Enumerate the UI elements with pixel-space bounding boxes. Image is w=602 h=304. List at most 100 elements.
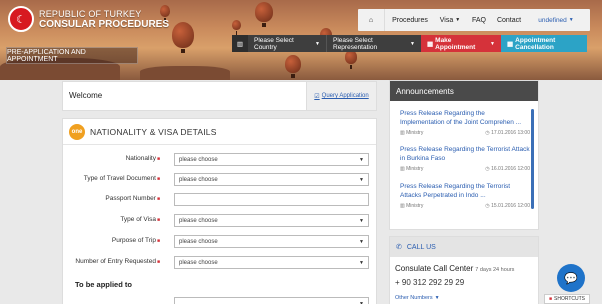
- announcement-date: 16.01.2016 12:00: [491, 166, 530, 172]
- caret-down-icon: ▼: [315, 40, 320, 47]
- announcement-source: Ministry: [406, 203, 424, 209]
- announcement-item[interactable]: Press Release Regarding the Terrorist At…: [400, 145, 530, 172]
- nav-procedures[interactable]: Procedures: [385, 9, 435, 31]
- country-select[interactable]: Please Select Country ▼: [248, 35, 326, 52]
- required-icon: ■: [156, 156, 160, 162]
- shortcut-icon: ■: [548, 296, 552, 302]
- other-numbers-link[interactable]: Other Numbers ▼: [395, 295, 440, 301]
- home-button[interactable]: ⌂: [358, 9, 385, 31]
- caret-down-icon: ▼: [359, 157, 364, 163]
- caret-down-icon: ▼: [434, 295, 440, 301]
- calendar-icon: ▦: [427, 40, 434, 48]
- required-icon: ■: [156, 176, 160, 182]
- clock-icon: ◷: [485, 203, 490, 209]
- form-row-next: ▼: [63, 297, 378, 304]
- building-icon: ▥: [400, 166, 405, 172]
- appointment-cancellation-label: Appointment Cancellation: [515, 36, 556, 51]
- announcement-source: Ministry: [406, 166, 424, 172]
- institution-icon: ▥: [232, 35, 248, 52]
- shortcuts-button[interactable]: ■ SHORTCUTS: [544, 294, 590, 304]
- balloon-image: [255, 2, 273, 27]
- chat-icon[interactable]: 💬: [557, 264, 585, 292]
- form-row-passport: Passport Number■: [63, 193, 378, 207]
- building-icon: ▥: [400, 130, 405, 136]
- make-appointment-button[interactable]: ▦ Make Appointment ▼: [421, 35, 501, 52]
- clock-icon: ◷: [485, 130, 490, 136]
- rock-formation: [140, 66, 230, 80]
- travel-document-value: please choose: [179, 176, 218, 183]
- purpose-label: Purpose of Trip: [111, 237, 156, 244]
- country-select-label: Please Select Country: [254, 36, 294, 51]
- nav-visa[interactable]: Visa ▼: [435, 9, 465, 31]
- nationality-select[interactable]: please choose ▼: [174, 153, 369, 166]
- balloon-image: [232, 20, 241, 35]
- top-nav: ⌂ Procedures Visa ▼ FAQ Contact undefined…: [358, 9, 590, 31]
- call-center-phone: + 90 312 292 29 29: [395, 278, 465, 287]
- caret-down-icon: ▼: [359, 260, 364, 266]
- announcement-text[interactable]: Press Release Regarding the Terrorist At…: [400, 182, 530, 200]
- call-center-label: Consulate Call Center: [395, 264, 474, 273]
- purpose-value: please choose: [179, 238, 218, 245]
- visa-type-value: please choose: [179, 217, 218, 224]
- required-icon: ■: [156, 238, 160, 244]
- nav-contact[interactable]: Contact: [493, 9, 525, 31]
- caret-down-icon: ▼: [490, 40, 495, 47]
- purpose-select[interactable]: please choose ▼: [174, 235, 369, 248]
- logo-line1: REPUBLIC OF TURKEY: [39, 8, 142, 19]
- caret-down-icon: ▼: [568, 17, 574, 23]
- visa-details-panel: one NATIONALITY & VISA DETAILS Nationali…: [62, 118, 377, 304]
- crescent-star-icon: ☾: [8, 6, 34, 32]
- call-us-title: CALL US: [406, 243, 436, 251]
- form-row-nationality: Nationality■ please choose ▼: [63, 153, 378, 167]
- announcement-item[interactable]: Press Release Regarding the Terrorist At…: [400, 182, 530, 209]
- check-square-icon: ☑: [314, 93, 320, 100]
- home-icon: ⌂: [368, 16, 374, 24]
- balloon-image: [345, 50, 357, 69]
- announcement-date: 17.01.2016 13:00: [491, 130, 530, 136]
- announcement-text[interactable]: Press Release Regarding the Terrorist At…: [400, 145, 530, 163]
- representation-select-label: Please Select Representation: [333, 36, 378, 51]
- announcement-text[interactable]: Press Release Regarding the Implementati…: [400, 109, 530, 127]
- balloon-image: [172, 22, 194, 53]
- visa-type-label: Type of Visa: [120, 216, 156, 223]
- entries-label: Number of Entry Requested: [75, 258, 156, 265]
- visa-details-header: one NATIONALITY & VISA DETAILS: [63, 119, 376, 145]
- nationality-label: Nationality: [125, 155, 156, 162]
- call-center-name: Consulate Call Center 7 days 24 hours: [395, 264, 514, 273]
- balloon-image: [285, 55, 301, 78]
- appointment-bar: ▥ Please Select Country ▼ Please Select R…: [232, 35, 587, 52]
- nav-visa-label: Visa: [439, 16, 454, 24]
- caret-down-icon: ▼: [455, 17, 461, 23]
- caret-down-icon: ▼: [359, 239, 364, 245]
- query-application-link[interactable]: ☑ Query Application: [306, 82, 376, 110]
- phone-icon: ✆: [396, 244, 402, 251]
- announcement-item[interactable]: Press Release Regarding the Implementati…: [400, 109, 530, 136]
- nav-faq[interactable]: FAQ: [465, 9, 493, 31]
- form-row-travel-document: Type of Travel Document■ please choose ▼: [63, 173, 378, 187]
- page-title: PRE-APPLICATION AND APPOINTMENT: [6, 47, 138, 64]
- call-us-panel: ✆ CALL US Consulate Call Center 7 days 24 …: [389, 236, 539, 304]
- site-logo[interactable]: ☾ REPUBLIC OF TURKEY CONSULAR PROCEDURES: [8, 6, 169, 32]
- nav-user-menu[interactable]: undefined ▼: [525, 9, 587, 31]
- visa-type-select[interactable]: please choose ▼: [174, 214, 369, 227]
- logo-line2: CONSULAR PROCEDURES: [39, 18, 170, 30]
- representation-select[interactable]: Please Select Representation ▼: [326, 35, 421, 52]
- make-appointment-label: Make Appointment: [435, 36, 476, 51]
- nationality-value: please choose: [179, 156, 218, 163]
- welcome-title: Welcome: [69, 91, 103, 100]
- scrollbar[interactable]: [531, 109, 534, 209]
- appointment-cancellation-button[interactable]: ▦ Appointment Cancellation: [501, 35, 587, 52]
- passport-number-input[interactable]: [174, 193, 369, 206]
- passport-number-label: Passport Number: [105, 195, 156, 202]
- clock-icon: ◷: [485, 166, 490, 172]
- travel-document-select[interactable]: please choose ▼: [174, 173, 369, 186]
- next-select[interactable]: ▼: [174, 297, 369, 304]
- announcements-title: Announcements: [390, 81, 538, 101]
- form-row-visa-type: Type of Visa■ please choose ▼: [63, 214, 378, 228]
- entries-select[interactable]: please choose ▼: [174, 256, 369, 269]
- query-application-label: Query Application: [321, 93, 369, 99]
- announcements-panel: Announcements Press Release Regarding th…: [389, 80, 539, 230]
- step-badge: one: [69, 123, 85, 140]
- call-center-hours: 7 days 24 hours: [475, 267, 515, 273]
- announcement-source: Ministry: [406, 130, 424, 136]
